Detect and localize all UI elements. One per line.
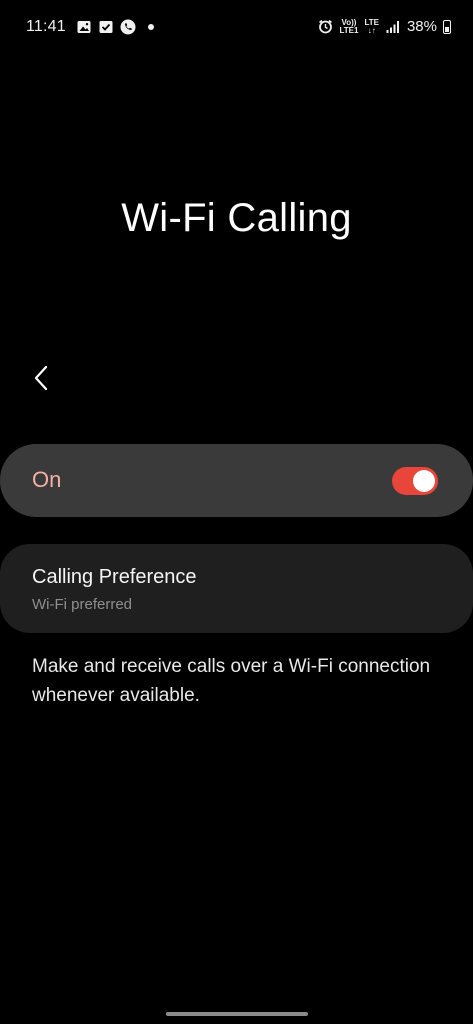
volte-icon: Vo)) LTE1 — [339, 18, 359, 35]
screen: 11:41 Vo)) LTE1 LTE ↓↑ 38% Wi-Fi Calling… — [0, 0, 473, 1024]
wifi-calling-switch[interactable] — [392, 467, 438, 495]
signal-icon — [385, 19, 401, 35]
home-indicator[interactable] — [166, 1012, 308, 1016]
status-time: 11:41 — [26, 18, 66, 35]
switch-knob — [413, 470, 435, 492]
lte-icon: LTE ↓↑ — [364, 18, 379, 35]
calling-preference-value: Wi-Fi preferred — [32, 596, 133, 613]
volte-bottom-label: LTE1 — [339, 25, 359, 35]
battery-icon — [443, 19, 451, 34]
phone-call-icon — [120, 19, 136, 35]
battery-percent: 38% — [406, 18, 437, 35]
page-title: Wi-Fi Calling — [121, 196, 352, 240]
task-check-icon — [98, 19, 114, 35]
gallery-icon — [76, 19, 92, 35]
status-left: 11:41 — [26, 18, 154, 36]
toggle-label: On — [32, 467, 62, 492]
notification-dot — [147, 24, 154, 30]
alarm-icon — [317, 19, 333, 35]
wifi-calling-description: Make and receive calls over a Wi-Fi conn… — [32, 656, 431, 706]
calling-preference-item[interactable]: Calling Preference Wi-Fi preferred — [0, 544, 473, 633]
chevron-left-icon — [34, 365, 48, 391]
lte-bottom-label: ↓↑ — [367, 25, 376, 35]
wifi-calling-toggle-row[interactable]: On — [0, 444, 473, 517]
back-button[interactable] — [24, 360, 60, 396]
status-right: Vo)) LTE1 LTE ↓↑ 38% — [317, 18, 451, 35]
status-bar: 11:41 Vo)) LTE1 LTE ↓↑ 38% — [0, 14, 473, 42]
calling-preference-title: Calling Preference — [32, 566, 197, 588]
